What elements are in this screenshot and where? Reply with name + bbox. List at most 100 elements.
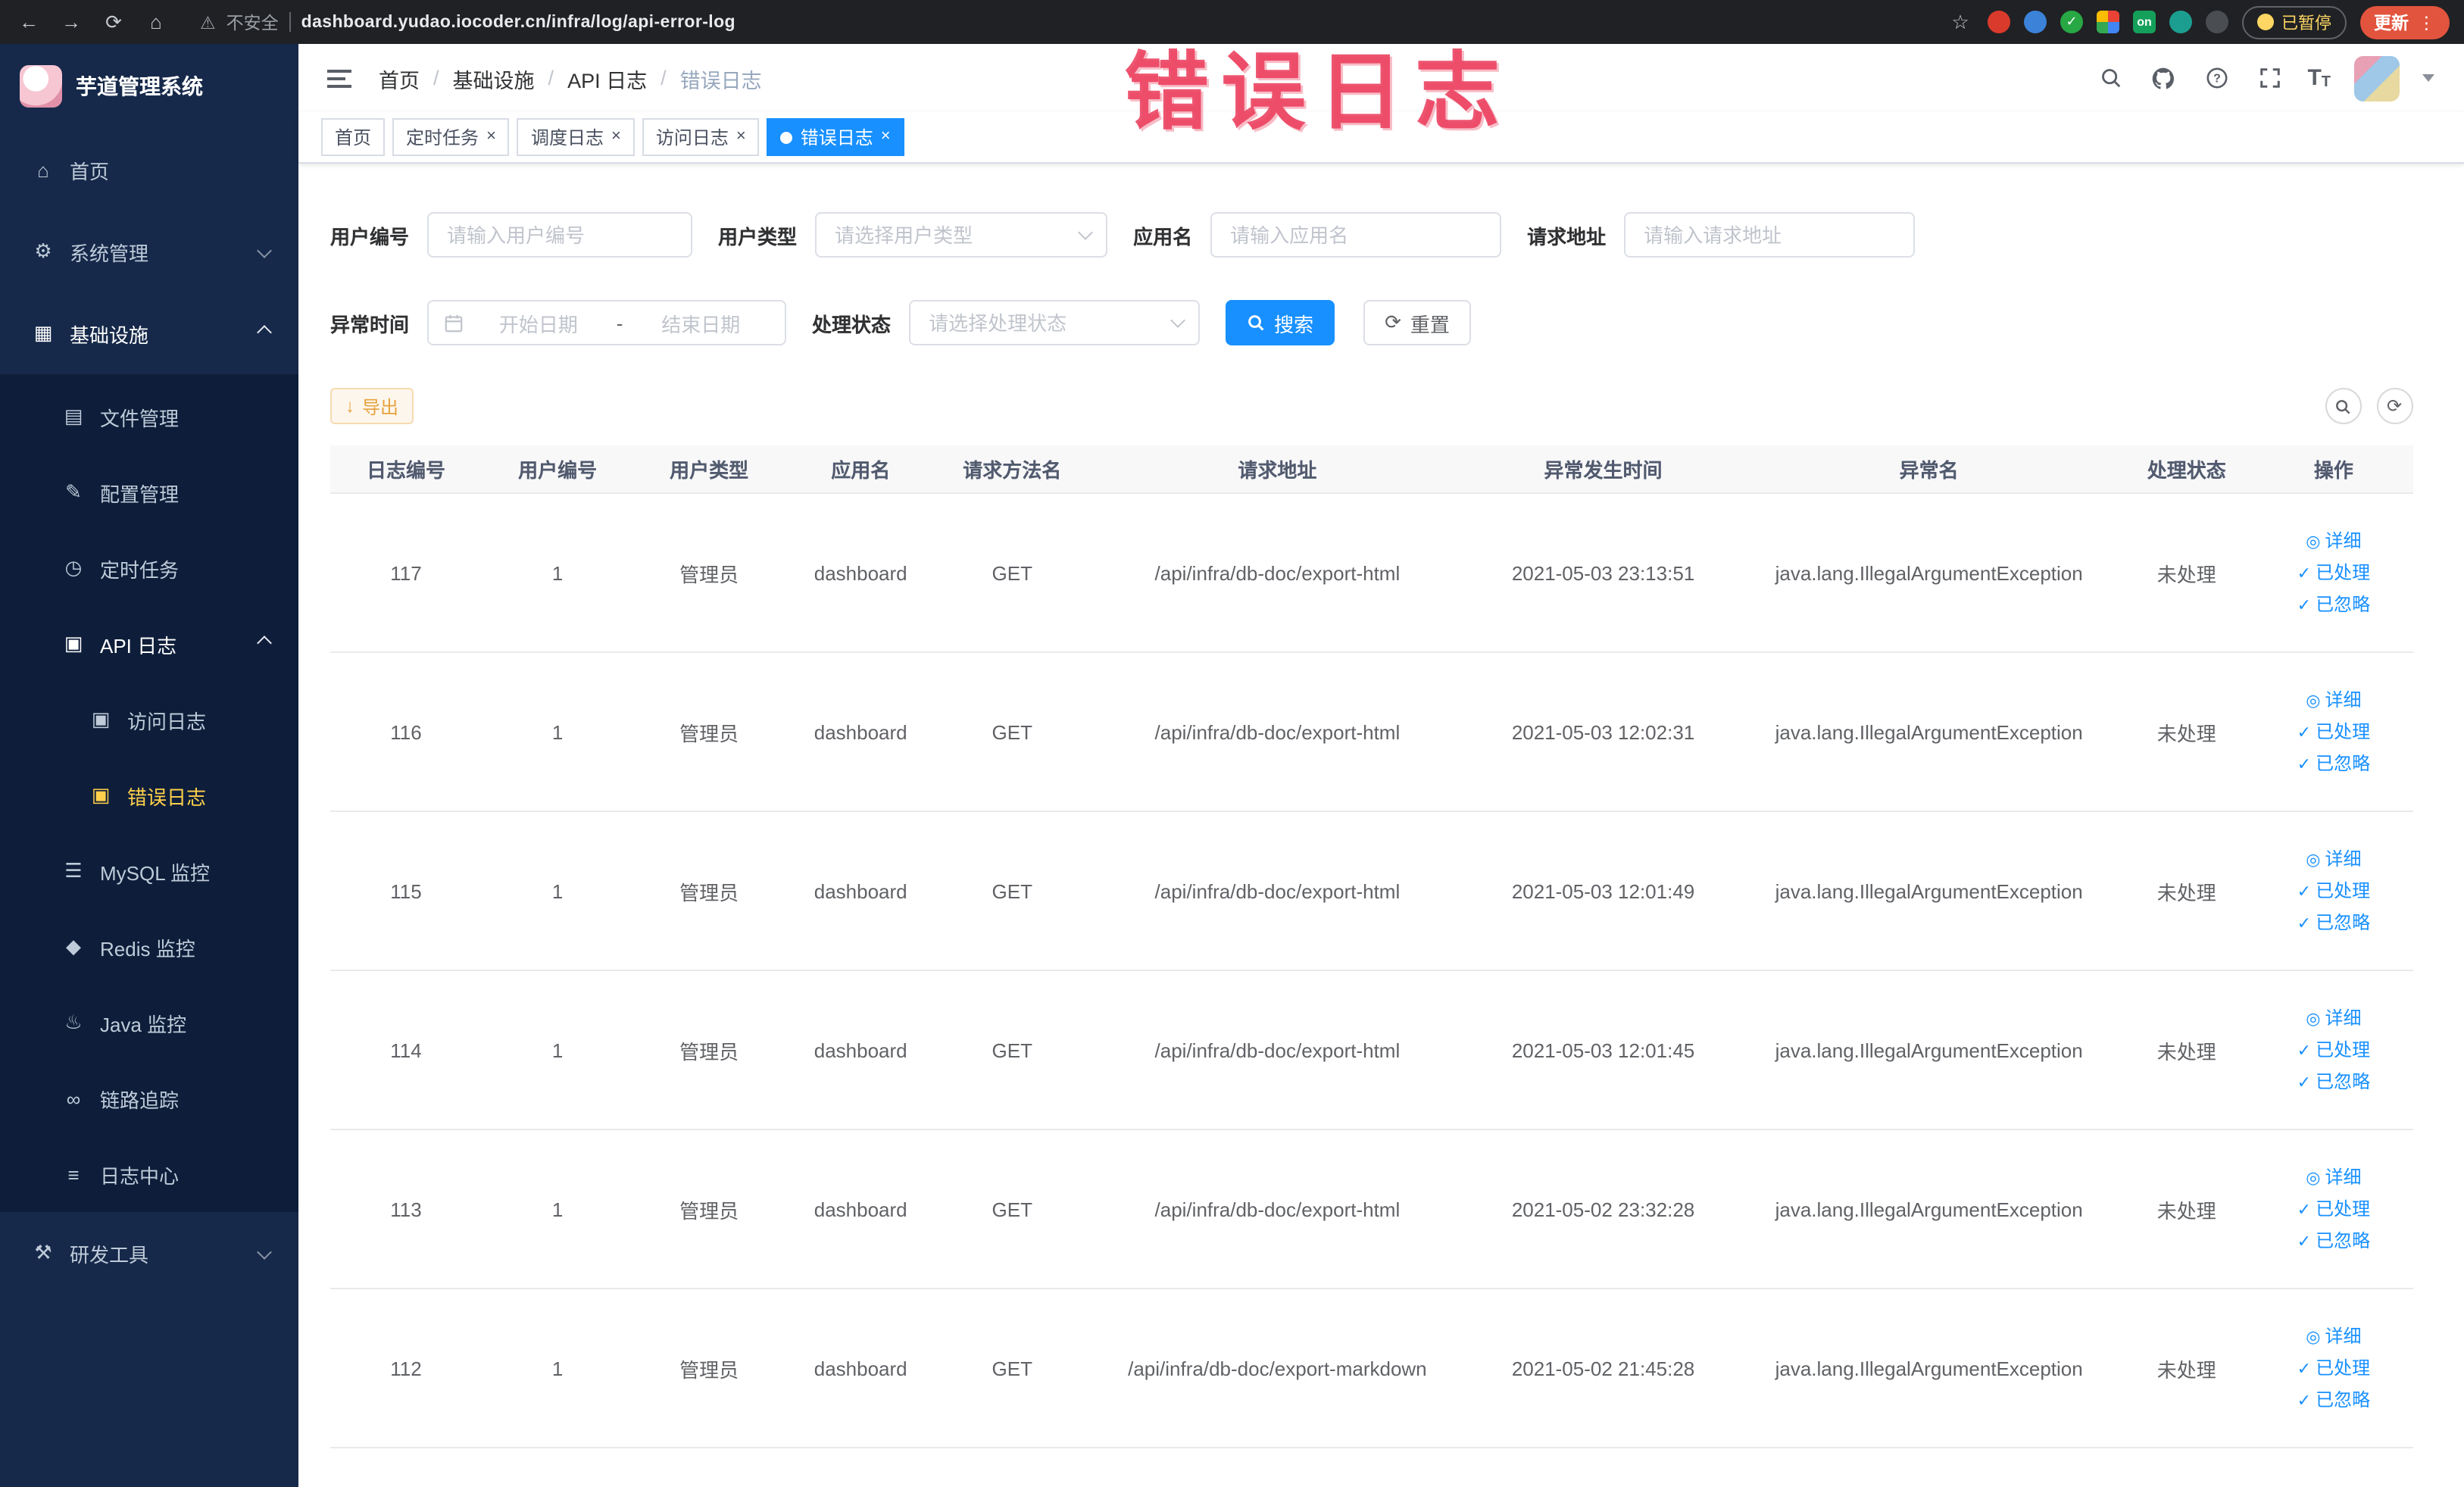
ignored-link[interactable]: ✓ 已忽略 <box>2264 748 2403 779</box>
sidebar-item-error-log[interactable]: ▣ 错误日志 <box>0 758 298 833</box>
user-type-select[interactable] <box>815 212 1108 258</box>
eye-icon: ◎ <box>2306 1010 2321 1028</box>
processed-link[interactable]: ✓ 已处理 <box>2264 557 2403 589</box>
sidebar-item-access-log[interactable]: ▣ 访问日志 <box>0 682 298 758</box>
bookmark-star-icon[interactable]: ☆ <box>1947 10 1974 34</box>
reload-icon[interactable]: ⟳ <box>100 10 127 34</box>
font-size-icon[interactable]: TT <box>2307 65 2331 91</box>
sidebar-item-config-management[interactable]: ✎ 配置管理 <box>0 455 298 530</box>
processed-link[interactable]: ✓ 已处理 <box>2264 1034 2403 1066</box>
processed-link[interactable]: ✓ 已处理 <box>2264 875 2403 907</box>
column-header: 用户编号 <box>482 445 634 494</box>
cell-user-id: 1 <box>482 493 634 653</box>
cell-actions: ◎ 详细 ✓ 已处理 ✓ 已忽略 <box>2254 652 2412 812</box>
tab-schedule-log[interactable]: 调度日志 × <box>517 118 635 156</box>
detail-link[interactable]: ◎ 详细 <box>2264 1002 2403 1034</box>
extension-icon[interactable] <box>2024 11 2047 33</box>
sidebar-item-label: MySQL 监控 <box>100 861 210 884</box>
sidebar-item-api-logs[interactable]: ▣ API 日志 <box>0 606 298 682</box>
extension-on-icon[interactable]: on <box>2133 11 2156 33</box>
sidebar-item-file-management[interactable]: ▤ 文件管理 <box>0 379 298 455</box>
avatar[interactable] <box>2353 55 2399 101</box>
detail-link[interactable]: ◎ 详细 <box>2264 843 2403 875</box>
home-icon[interactable]: ⌂ <box>142 11 170 33</box>
sidebar-item-system-management[interactable]: ⚙ 系统管理 <box>0 211 298 292</box>
extension-puzzle-icon[interactable] <box>2206 11 2228 33</box>
app-name-input[interactable] <box>1210 212 1502 258</box>
tab-home[interactable]: 首页 <box>321 118 386 156</box>
url-text: dashboard.yudao.iocoder.cn/infra/log/api… <box>301 13 735 31</box>
close-icon[interactable]: × <box>486 128 496 145</box>
processed-link[interactable]: ✓ 已处理 <box>2264 716 2403 748</box>
back-icon[interactable]: ← <box>15 11 42 33</box>
ignored-link[interactable]: ✓ 已忽略 <box>2264 907 2403 939</box>
date-end-placeholder[interactable]: 结束日期 <box>632 308 770 337</box>
sidebar-item-link-tracing[interactable]: ∞ 链路追踪 <box>0 1061 298 1136</box>
user-type-select-input[interactable] <box>815 212 1108 258</box>
breadcrumb-item[interactable]: 首页 <box>379 63 420 93</box>
detail-link[interactable]: ◎ 详细 <box>2264 1320 2403 1352</box>
search-button[interactable]: 搜索 <box>1226 300 1335 345</box>
refresh-button[interactable]: ⟳ <box>2376 388 2412 424</box>
extension-grid-icon[interactable] <box>2097 11 2119 33</box>
search-icon[interactable] <box>2095 63 2125 93</box>
fullscreen-icon[interactable] <box>2254 63 2284 93</box>
ignored-link[interactable]: ✓ 已忽略 <box>2264 1225 2403 1257</box>
process-status-select-input[interactable] <box>909 300 1201 345</box>
breadcrumb-item[interactable]: 基础设施 <box>453 63 535 93</box>
github-icon[interactable] <box>2148 63 2178 93</box>
kebab-menu-icon[interactable]: ⋮ <box>2418 11 2435 33</box>
breadcrumb-item-current: 错误日志 <box>679 69 762 92</box>
ignored-link[interactable]: ✓ 已忽略 <box>2264 1384 2403 1416</box>
calendar-icon <box>445 314 463 332</box>
reset-button[interactable]: ⟳ 重置 <box>1363 300 1471 345</box>
tab-access-log[interactable]: 访问日志 × <box>642 118 760 156</box>
cell-exception-name: java.lang.IllegalArgumentException <box>1739 811 2119 971</box>
cell-app-name: dashboard <box>785 652 937 812</box>
sidebar-item-dev-tools[interactable]: ⚒ 研发工具 <box>0 1212 298 1294</box>
sidebar-item-log-center[interactable]: ≡ 日志中心 <box>0 1136 298 1212</box>
avatar-dropdown-caret-icon[interactable] <box>2422 74 2434 82</box>
extension-leaf-icon[interactable] <box>2169 11 2192 33</box>
ignored-link[interactable]: ✓ 已忽略 <box>2264 1066 2403 1098</box>
sidebar-item-java-monitor[interactable]: ♨ Java 监控 <box>0 985 298 1061</box>
close-icon[interactable]: × <box>881 128 891 145</box>
request-url-input[interactable] <box>1624 212 1916 258</box>
help-icon[interactable]: ? <box>2201 63 2231 93</box>
app-logo[interactable]: 芋道管理系统 <box>0 44 298 129</box>
sidebar-item-scheduled-tasks[interactable]: ◷ 定时任务 <box>0 530 298 606</box>
tab-scheduled-tasks[interactable]: 定时任务 × <box>392 118 510 156</box>
hamburger-icon[interactable] <box>321 63 358 93</box>
sidebar-item-label: Java 监控 <box>100 1013 187 1036</box>
forward-icon[interactable]: → <box>58 11 85 33</box>
update-button[interactable]: 更新 ⋮ <box>2360 5 2449 39</box>
filter-row-1: 用户编号 用户类型 应用名 请求 <box>330 212 2412 258</box>
extension-icon[interactable]: ✓ <box>2060 11 2083 33</box>
sidebar-item-home[interactable]: ⌂ 首页 <box>0 129 298 211</box>
detail-link[interactable]: ◎ 详细 <box>2264 684 2403 716</box>
sidebar-item-label: Redis 监控 <box>100 937 195 960</box>
date-start-placeholder[interactable]: 开始日期 <box>470 308 607 337</box>
extension-icon[interactable] <box>1988 11 2010 33</box>
sidebar-item-infrastructure[interactable]: ▦ 基础设施 <box>0 292 298 374</box>
close-icon[interactable]: × <box>736 128 746 145</box>
breadcrumb: 首页 / 基础设施 / API 日志 / 错误日志 <box>379 63 762 93</box>
search-toggle-button[interactable] <box>2325 388 2361 424</box>
ignored-link[interactable]: ✓ 已忽略 <box>2264 589 2403 620</box>
sidebar-item-redis-monitor[interactable]: ◆ Redis 监控 <box>0 909 298 985</box>
table-row: 117 1 管理员 dashboard GET /api/infra/db-do… <box>330 493 2412 653</box>
tab-error-log[interactable]: 错误日志 × <box>767 118 904 156</box>
detail-link[interactable]: ◎ 详细 <box>2264 525 2403 557</box>
close-icon[interactable]: × <box>611 128 621 145</box>
address-bar[interactable]: ⚠ 不安全 dashboard.yudao.iocoder.cn/infra/l… <box>200 10 735 34</box>
date-range-picker[interactable]: 开始日期 - 结束日期 <box>427 300 787 345</box>
user-id-input[interactable] <box>427 212 693 258</box>
export-button[interactable]: ↓ 导出 <box>330 388 414 424</box>
detail-link[interactable]: ◎ 详细 <box>2264 1161 2403 1193</box>
processed-link[interactable]: ✓ 已处理 <box>2264 1193 2403 1225</box>
breadcrumb-item[interactable]: API 日志 <box>567 63 647 93</box>
process-status-select[interactable] <box>909 300 1201 345</box>
processed-link[interactable]: ✓ 已处理 <box>2264 1352 2403 1384</box>
paused-badge[interactable]: 已暂停 <box>2242 5 2347 39</box>
sidebar-item-mysql-monitor[interactable]: ☰ MySQL 监控 <box>0 833 298 909</box>
